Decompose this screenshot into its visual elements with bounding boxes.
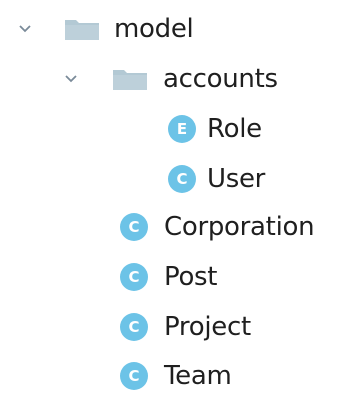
- tree-node-label: User: [207, 164, 266, 194]
- folder-icon: [112, 67, 148, 91]
- chevron-down-icon[interactable]: [64, 72, 78, 86]
- class-icon: C: [168, 165, 196, 193]
- tree-node-user[interactable]: C User: [0, 155, 351, 203]
- tree-node-corporation[interactable]: C Corporation: [0, 203, 351, 251]
- tree-node-team[interactable]: C Team: [0, 352, 351, 400]
- class-icon: C: [120, 362, 148, 390]
- tree-node-label: Post: [164, 262, 218, 292]
- tree-node-label: Corporation: [164, 212, 315, 242]
- tree-node-label: Role: [207, 114, 262, 144]
- tree-node-label: model: [114, 14, 194, 44]
- tree-node-post[interactable]: C Post: [0, 253, 351, 301]
- tree-node-label: Team: [164, 361, 232, 391]
- tree-node-label: accounts: [163, 64, 278, 94]
- tree-node-project[interactable]: C Project: [0, 303, 351, 351]
- tree-node-role[interactable]: E Role: [0, 105, 351, 153]
- tree-node-model[interactable]: model: [0, 5, 351, 53]
- folder-icon: [64, 17, 100, 41]
- project-tree: model accounts E Role C User C Corporati…: [0, 0, 351, 391]
- class-icon: C: [120, 213, 148, 241]
- tree-node-accounts[interactable]: accounts: [0, 55, 351, 103]
- class-icon: C: [120, 263, 148, 291]
- class-icon: C: [120, 313, 148, 341]
- chevron-down-icon[interactable]: [18, 22, 32, 36]
- tree-node-label: Project: [164, 312, 251, 342]
- enum-icon: E: [168, 115, 196, 143]
